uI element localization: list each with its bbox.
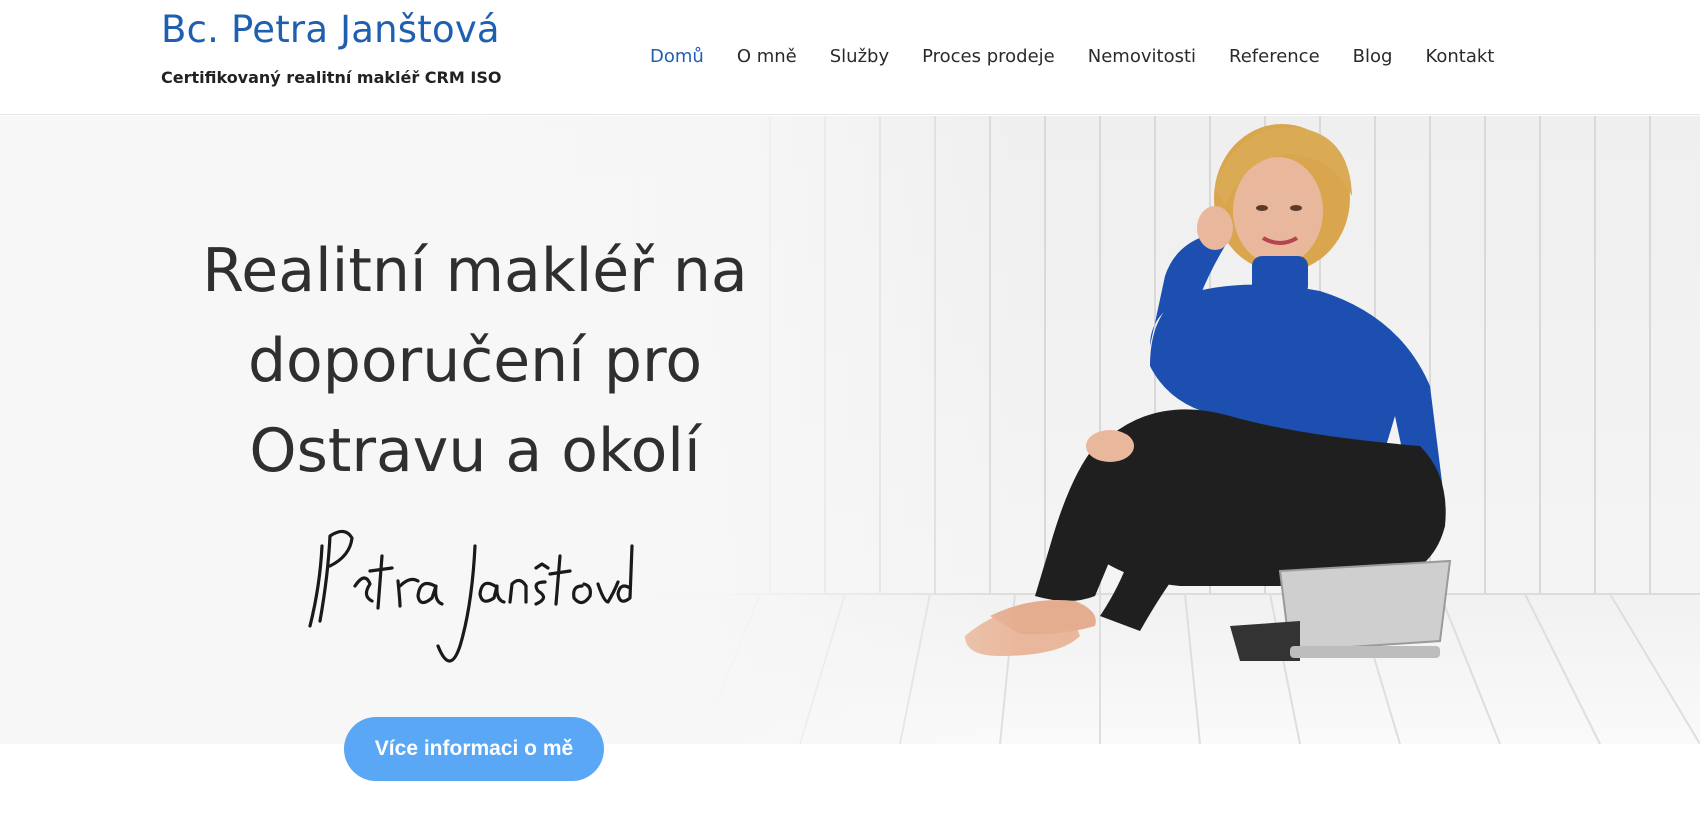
hero-headline-line-1: Realitní makléř na (202, 236, 748, 306)
more-info-button[interactable]: Více informaci o mě (344, 717, 604, 781)
nav-item-sluzby[interactable]: Služby (830, 46, 889, 67)
hero-headline-line-2: doporučení pro (247, 326, 703, 396)
nav-item-blog[interactable]: Blog (1353, 46, 1393, 67)
hero-section: Realitní makléř na doporučení pro Ostrav… (0, 116, 1700, 744)
nav-item-nemovitosti[interactable]: Nemovitosti (1088, 46, 1196, 67)
nav-item-domu[interactable]: Domů (650, 46, 704, 67)
signature-image (308, 529, 634, 663)
main-nav: Domů O mně Služby Proces prodeje Nemovit… (650, 43, 1494, 69)
nav-item-proces-prodeje[interactable]: Proces prodeje (922, 46, 1055, 67)
hero-headline: Realitní makléř na doporučení pro Ostrav… (150, 226, 800, 496)
nav-item-kontakt[interactable]: Kontakt (1425, 46, 1494, 67)
nav-item-reference[interactable]: Reference (1229, 46, 1320, 67)
site-title[interactable]: Bc. Petra Janštová (161, 8, 500, 51)
hero-headline-line-3: Ostravu a okolí (249, 416, 701, 486)
site-tagline: Certifikovaný realitní makléř CRM ISO (161, 68, 502, 87)
site-header: Bc. Petra Janštová Certifikovaný realitn… (0, 0, 1700, 115)
nav-item-o-mne[interactable]: O mně (737, 46, 797, 67)
